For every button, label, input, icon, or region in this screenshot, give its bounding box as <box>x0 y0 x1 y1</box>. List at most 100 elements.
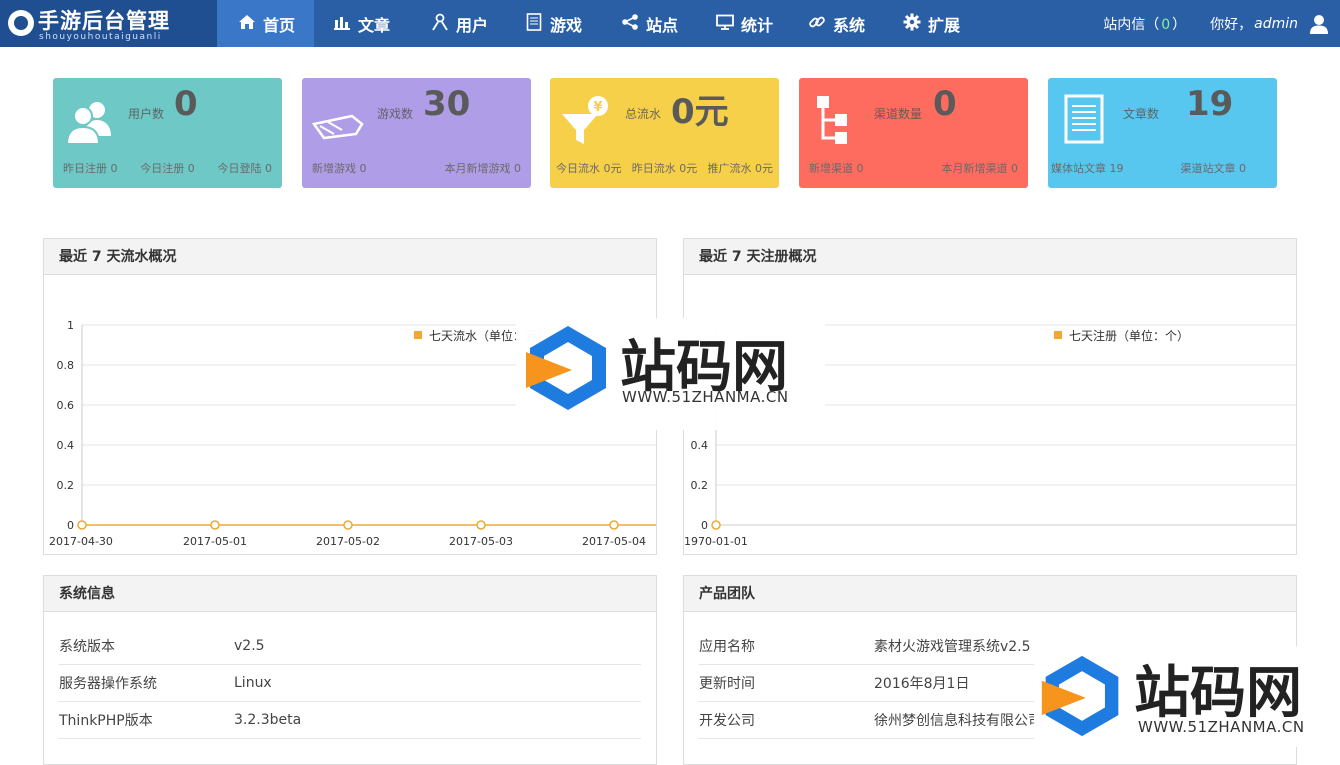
messages-link[interactable]: 站内信（ 0） <box>1103 14 1186 34</box>
data-point <box>343 520 353 530</box>
y-tick-label: 0 <box>701 519 708 532</box>
info-value: Linux <box>234 675 272 691</box>
info-key: ThinkPHP版本 <box>59 713 153 729</box>
stat-value: 0元 <box>671 92 729 132</box>
logo[interactable]: 手游后台管理 shouyouhoutaiguanli <box>0 0 217 47</box>
y-tick-label: 0 <box>67 519 74 532</box>
nav-articles[interactable]: 文章 <box>314 0 412 47</box>
nav-sites[interactable]: 站点 <box>606 0 703 47</box>
legend-label: 七天注册（单位：个） <box>1069 328 1189 343</box>
system-info-list: 系统版本 v2.5 服务器操作系统 Linux ThinkPHP版本 3.2.3bet… <box>44 612 656 739</box>
stat-card-channels[interactable]: 渠道数量 0 新增渠道 0 本月新增渠道 0 <box>799 78 1028 188</box>
data-point <box>609 520 619 530</box>
bar-chart-icon <box>332 14 352 34</box>
watermark-url: WWW.51ZHANMA.CN <box>622 388 789 406</box>
stat-label: 游戏数 <box>377 107 414 121</box>
nav-home-label: 首页 <box>263 15 296 35</box>
watermark-logo-icon <box>526 326 606 410</box>
info-key: 系统版本 <box>59 639 115 655</box>
gear-icon <box>902 13 922 35</box>
nav-extend-label: 扩展 <box>928 15 961 35</box>
info-value: 3.2.3beta <box>234 712 302 728</box>
stat-label: 总流水 <box>625 107 662 121</box>
nav-stats[interactable]: 统计 <box>703 0 799 47</box>
watermark-url: WWW.51ZHANMA.CN <box>1138 718 1305 736</box>
panel-title: 产品团队 <box>684 576 1296 612</box>
y-tick-label: 0.6 <box>57 399 75 412</box>
nav-users-label: 用户 <box>456 15 489 35</box>
stat-card-articles[interactable]: 文章数 19 媒体站文章 19 渠道站文章 0 <box>1048 78 1277 188</box>
sitemap-icon <box>809 94 863 148</box>
info-row: 系统版本 v2.5 <box>59 628 641 665</box>
data-point <box>77 520 87 530</box>
messages-count: 0 <box>1161 16 1171 33</box>
stat-foot-item: 媒体站文章 19 <box>1051 162 1124 175</box>
data-point <box>711 520 721 530</box>
nav-extend[interactable]: 扩展 <box>894 0 984 47</box>
stat-foot-item: 今日登陆 0 <box>217 162 273 175</box>
top-navbar: 手游后台管理 shouyouhoutaiguanli 首页 文章 用户 游戏 站… <box>0 0 1340 47</box>
watermark-text: 站码网 <box>1134 661 1302 726</box>
nav-system[interactable]: 系统 <box>799 0 894 47</box>
stat-value: 19 <box>1186 84 1234 124</box>
gamepad-icon <box>311 94 366 148</box>
messages-close: ） <box>1172 16 1187 33</box>
stat-foot-item: 今日注册 0 <box>140 162 195 175</box>
stat-foot-item: 新增游戏 0 <box>312 162 367 175</box>
x-tick-label: 2017-04-30 <box>49 535 113 548</box>
nav-users[interactable]: 用户 <box>412 0 510 47</box>
stat-label: 用户数 <box>128 107 165 121</box>
watermark-corner: 站码网 WWW.51ZHANMA.CN <box>1034 646 1340 747</box>
stat-value: 0 <box>933 84 957 124</box>
watermark-center: 站码网 WWW.51ZHANMA.CN <box>516 318 825 430</box>
y-tick-label: 0.4 <box>691 439 709 452</box>
y-tick-label: 0.2 <box>57 479 75 492</box>
stat-foot-item: 本月新增渠道 0 <box>941 162 1019 175</box>
stat-value: 0 <box>174 84 198 124</box>
x-tick-label: 2017-05-01 <box>183 535 247 548</box>
logo-title: 手游后台管理 <box>38 9 170 33</box>
panel-title: 系统信息 <box>44 576 656 612</box>
stat-foot-item: 昨日流水 0元 <box>631 162 698 175</box>
system-info-panel: 系统信息 系统版本 v2.5 服务器操作系统 Linux ThinkPHP版本 3.2… <box>43 575 657 765</box>
main-nav: 首页 文章 用户 游戏 站点 统计 系统 扩展 <box>217 0 984 47</box>
stat-value: 30 <box>423 84 471 124</box>
panel-title: 最近 7 天注册概况 <box>684 239 1296 275</box>
nav-games[interactable]: 游戏 <box>510 0 606 47</box>
user-icon <box>430 13 450 35</box>
article-icon <box>1058 94 1112 148</box>
stat-foot-item: 渠道站文章 0 <box>1180 162 1247 175</box>
users-icon <box>63 94 117 148</box>
y-tick-label: 0.8 <box>57 359 75 372</box>
y-tick-label: 0.2 <box>691 479 709 492</box>
info-row: 服务器操作系统 Linux <box>59 665 641 702</box>
nav-home[interactable]: 首页 <box>217 0 314 47</box>
info-key: 开发公司 <box>699 713 755 729</box>
x-tick-label: 1970-01-01 <box>684 535 748 548</box>
nav-articles-label: 文章 <box>358 15 391 35</box>
x-tick-label: 2017-05-03 <box>449 535 513 548</box>
legend-swatch <box>1054 331 1062 339</box>
stat-foot-item: 新增渠道 0 <box>809 162 864 175</box>
nav-system-label: 系统 <box>833 15 866 35</box>
logo-subtitle: shouyouhoutaiguanli <box>39 32 162 42</box>
info-key: 应用名称 <box>699 639 755 655</box>
header-right: 站内信（ 0） 你好， admin <box>1103 0 1330 47</box>
stat-footer: 新增游戏 0 本月新增游戏 0 <box>302 160 531 176</box>
link-icon <box>807 13 827 35</box>
monitor-icon <box>715 14 735 34</box>
info-value: v2.5 <box>234 638 265 654</box>
logo-icon <box>8 10 34 36</box>
nav-games-label: 游戏 <box>550 15 583 35</box>
document-icon <box>524 12 544 35</box>
stat-card-revenue[interactable]: ¥ 总流水 0元 今日流水 0元 昨日流水 0元 推广流水 0元 <box>550 78 779 188</box>
stat-card-games[interactable]: 游戏数 30 新增游戏 0 本月新增游戏 0 <box>302 78 531 188</box>
legend-swatch <box>414 331 422 339</box>
y-tick-label: 1 <box>67 319 74 332</box>
stat-foot-item: 今日流水 0元 <box>556 162 622 175</box>
stat-card-users[interactable]: 用户数 0 昨日注册 0 今日注册 0 今日登陆 0 <box>53 78 282 188</box>
x-tick-label: 2017-05-04 <box>582 535 646 548</box>
svg-text:¥: ¥ <box>593 100 602 115</box>
username-link[interactable]: admin <box>1254 16 1298 32</box>
user-avatar-icon[interactable] <box>1308 13 1330 35</box>
